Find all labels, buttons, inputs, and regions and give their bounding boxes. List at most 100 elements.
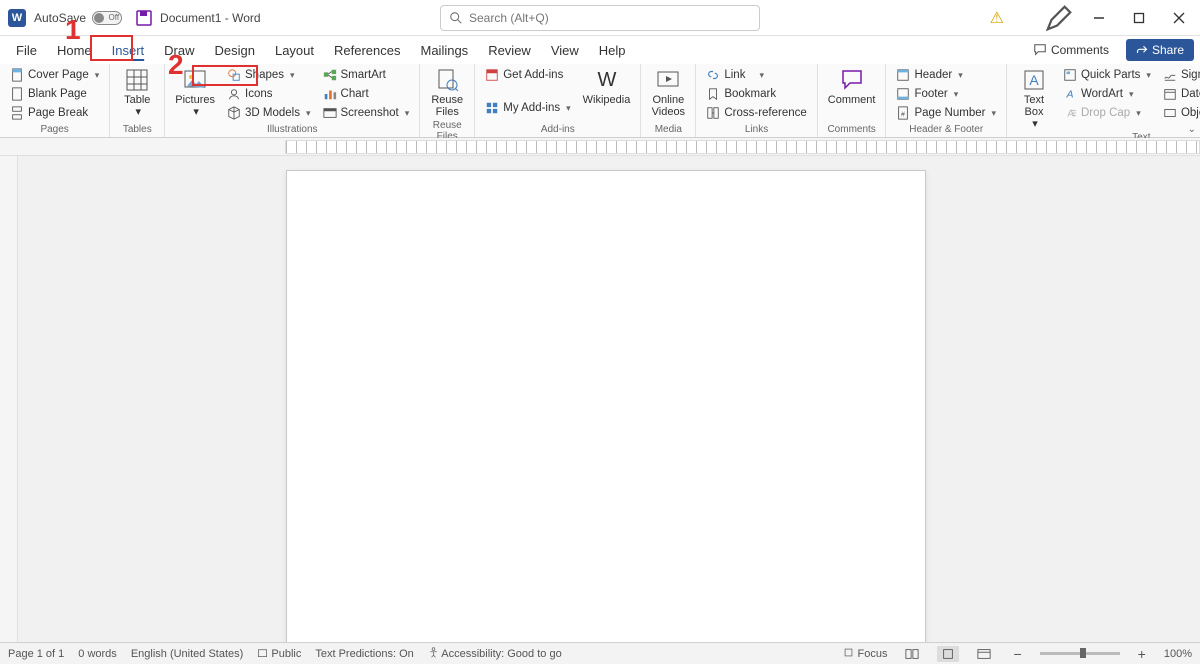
bookmark-button[interactable]: Bookmark — [702, 85, 810, 103]
warning-icon[interactable]: ⚠ — [990, 8, 1004, 28]
horizontal-ruler[interactable] — [0, 138, 1200, 156]
3d-models-button[interactable]: 3D Models▾ — [223, 104, 315, 122]
chart-button[interactable]: Chart — [319, 85, 414, 103]
collapse-ribbon-icon[interactable]: ⌄ — [1188, 124, 1196, 135]
zoom-in-button[interactable]: + — [1134, 646, 1150, 662]
icons-button[interactable]: Icons — [223, 85, 315, 103]
group-media: Online Videos Media — [641, 64, 696, 137]
tab-mailings[interactable]: Mailings — [411, 39, 479, 62]
zoom-slider[interactable] — [1040, 652, 1120, 655]
quick-parts-button[interactable]: Quick Parts▾ — [1059, 66, 1155, 84]
svg-text:W: W — [597, 69, 616, 91]
signature-line-button[interactable]: Signature Line▾ — [1159, 66, 1200, 84]
page-break-button[interactable]: Page Break — [6, 104, 103, 122]
share-icon — [1136, 44, 1148, 56]
zoom-level[interactable]: 100% — [1164, 648, 1192, 660]
group-label-comments: Comments — [824, 124, 880, 137]
maximize-button[interactable] — [1124, 3, 1154, 33]
svg-text:A: A — [1065, 89, 1073, 101]
comment-button[interactable]: Comment — [824, 66, 880, 108]
page[interactable] — [286, 170, 926, 642]
status-public[interactable]: Public — [257, 647, 301, 660]
focus-mode-button[interactable]: Focus — [843, 647, 887, 660]
document-title: Document1 - Word — [160, 11, 261, 25]
group-label-illustrations: Illustrations — [171, 124, 413, 137]
drop-cap-button: ADrop Cap▾ — [1059, 104, 1155, 122]
tab-draw[interactable]: Draw — [154, 39, 204, 62]
reuse-files-button[interactable]: Reuse Files — [426, 66, 468, 120]
group-comments: Comment Comments — [818, 64, 887, 137]
svg-text:A: A — [1029, 72, 1039, 88]
pen-icon[interactable] — [1044, 3, 1074, 33]
group-reuse: Reuse Files Reuse Files — [420, 64, 475, 137]
group-label-hf: Header & Footer — [892, 124, 1000, 137]
shapes-button[interactable]: Shapes▾ — [223, 66, 315, 84]
toggle-switch[interactable]: Off — [92, 11, 122, 25]
online-videos-button[interactable]: Online Videos — [647, 66, 689, 120]
status-language[interactable]: English (United States) — [131, 648, 244, 660]
word-app-icon: W — [8, 9, 26, 27]
tab-home[interactable]: Home — [47, 39, 102, 62]
title-bar: W AutoSave Off Document1 - Word Search (… — [0, 0, 1200, 36]
tab-insert[interactable]: Insert — [102, 39, 155, 62]
cover-page-button[interactable]: Cover Page▾ — [6, 66, 103, 84]
minimize-button[interactable] — [1084, 3, 1114, 33]
table-button[interactable]: Table▾ — [116, 66, 158, 120]
autosave-label: AutoSave — [34, 11, 86, 25]
status-bar: Page 1 of 1 0 words English (United Stat… — [0, 642, 1200, 664]
screenshot-button[interactable]: Screenshot▾ — [319, 104, 414, 122]
get-addins-button[interactable]: Get Add-ins — [481, 66, 574, 84]
svg-text:A: A — [1067, 108, 1074, 120]
group-label-tables: Tables — [116, 124, 158, 137]
object-button[interactable]: Object▾ — [1159, 104, 1200, 122]
group-tables: Table▾ Tables — [110, 64, 165, 137]
zoom-out-button[interactable]: − — [1009, 646, 1025, 662]
tab-review[interactable]: Review — [478, 39, 541, 62]
my-addins-button[interactable]: My Add-ins▾ — [481, 99, 574, 117]
page-number-button[interactable]: #Page Number▾ — [892, 104, 1000, 122]
group-text: A Text Box▾ Quick Parts▾ AWordArt▾ ADrop… — [1007, 64, 1200, 137]
tab-file[interactable]: File — [6, 39, 47, 62]
save-icon[interactable] — [136, 10, 152, 26]
blank-page-button[interactable]: Blank Page — [6, 85, 103, 103]
status-predictions[interactable]: Text Predictions: On — [315, 648, 413, 660]
text-box-button[interactable]: A Text Box▾ — [1013, 66, 1055, 132]
cross-reference-button[interactable]: Cross-reference — [702, 104, 810, 122]
pictures-button[interactable]: Pictures▾ — [171, 66, 219, 120]
tab-layout[interactable]: Layout — [265, 39, 324, 62]
wikipedia-button[interactable]: W Wikipedia — [579, 66, 635, 108]
document-area — [0, 156, 1200, 642]
tab-references[interactable]: References — [324, 39, 410, 62]
status-words[interactable]: 0 words — [78, 648, 117, 660]
tab-design[interactable]: Design — [205, 39, 265, 62]
tab-help[interactable]: Help — [589, 39, 636, 62]
autosave-toggle[interactable]: AutoSave Off — [34, 11, 122, 25]
group-label-addins: Add-ins — [481, 124, 634, 137]
status-page[interactable]: Page 1 of 1 — [8, 648, 64, 660]
svg-text:#: # — [902, 112, 906, 119]
link-button[interactable]: Link▾ — [702, 66, 810, 84]
group-label-links: Links — [702, 124, 810, 137]
group-addins: Get Add-ins My Add-ins▾ W Wikipedia Add-… — [475, 64, 641, 137]
search-input[interactable]: Search (Alt+Q) — [440, 5, 760, 31]
ribbon-tabs: File Home Insert Draw Design Layout Refe… — [0, 36, 1200, 64]
tab-view[interactable]: View — [541, 39, 589, 62]
group-label-pages: Pages — [6, 124, 103, 137]
web-layout-button[interactable] — [973, 646, 995, 662]
header-button[interactable]: Header▾ — [892, 66, 1000, 84]
date-time-button[interactable]: Date & Time — [1159, 85, 1200, 103]
print-layout-button[interactable] — [937, 646, 959, 662]
comments-button[interactable]: Comments — [1024, 39, 1118, 61]
close-button[interactable] — [1164, 3, 1194, 33]
read-mode-button[interactable] — [901, 646, 923, 662]
smartart-button[interactable]: SmartArt — [319, 66, 414, 84]
status-accessibility[interactable]: Accessibility: Good to go — [428, 647, 562, 660]
share-button[interactable]: Share — [1126, 39, 1194, 61]
group-label-media: Media — [647, 124, 689, 137]
group-illustrations: Pictures▾ Shapes▾ Icons 3D Models▾ Smart… — [165, 64, 420, 137]
footer-button[interactable]: Footer▾ — [892, 85, 1000, 103]
wordart-button[interactable]: AWordArt▾ — [1059, 85, 1155, 103]
canvas[interactable] — [18, 156, 1200, 642]
comment-icon — [1033, 43, 1047, 57]
vertical-ruler[interactable] — [0, 156, 18, 642]
